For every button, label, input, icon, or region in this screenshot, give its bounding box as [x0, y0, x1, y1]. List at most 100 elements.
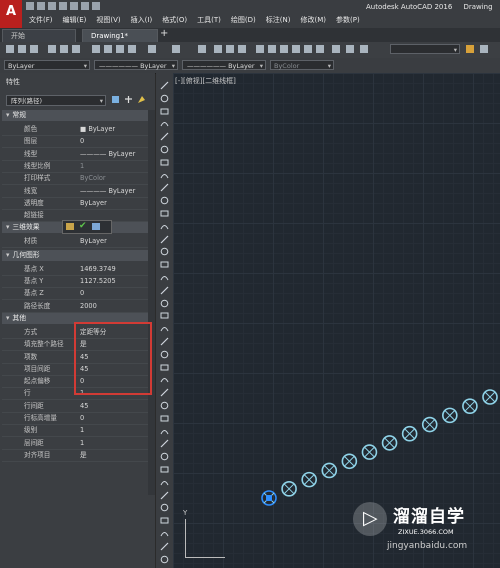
- property-row[interactable]: 线型比例 1: [2, 160, 148, 173]
- dimension-icon[interactable]: [160, 542, 169, 551]
- layer-icon[interactable]: [346, 45, 354, 53]
- multiline-text-icon[interactable]: [160, 311, 169, 320]
- print-icon[interactable]: [48, 45, 56, 53]
- menu-item[interactable]: 插入(I): [126, 15, 158, 25]
- grip-handle[interactable]: [266, 495, 272, 501]
- line-icon[interactable]: [160, 81, 169, 90]
- property-row[interactable]: 对齐项目 是: [2, 449, 148, 462]
- property-row[interactable]: 图层 0: [2, 135, 148, 149]
- property-value[interactable]: 0: [80, 287, 84, 299]
- layer-properties-icon[interactable]: [480, 45, 488, 53]
- layer-select[interactable]: [390, 44, 460, 55]
- table-icon[interactable]: [160, 299, 169, 308]
- menu-item[interactable]: 参数(P): [331, 15, 365, 25]
- copy-icon[interactable]: [160, 350, 169, 359]
- property-row[interactable]: 行标高增量 0: [2, 412, 148, 425]
- quickcalc-icon[interactable]: [316, 45, 324, 53]
- section-geometry[interactable]: ▾ 几何图形: [2, 249, 148, 261]
- drawing-canvas[interactable]: [-][俯视][二维线框] Y 溜溜自学 ZIXUE.3066.COM jing…: [173, 73, 500, 568]
- new-tab-button[interactable]: +: [160, 28, 168, 39]
- save-icon[interactable]: [30, 45, 38, 53]
- menu-item[interactable]: 编辑(E): [58, 15, 92, 25]
- scale-icon[interactable]: [160, 427, 169, 436]
- autocad-logo[interactable]: A: [0, 0, 22, 28]
- rectangle-icon[interactable]: [160, 132, 169, 141]
- array-item[interactable]: [361, 444, 378, 460]
- property-row[interactable]: 颜色 ■ ByLayer: [2, 123, 148, 136]
- paste-icon[interactable]: [116, 45, 124, 53]
- open-file-icon[interactable]: [37, 2, 45, 10]
- property-row[interactable]: 材质 ByLayer: [2, 235, 148, 249]
- tab-start[interactable]: 开始: [2, 29, 76, 42]
- property-value[interactable]: 2000: [80, 300, 97, 312]
- ellipse-arc-icon[interactable]: [160, 209, 169, 218]
- zoom-previous-icon[interactable]: [238, 45, 246, 53]
- toggle-pickadd-icon[interactable]: [111, 95, 120, 104]
- break-icon[interactable]: [160, 478, 169, 487]
- collapse-icon[interactable]: ▾: [2, 251, 12, 259]
- point-icon[interactable]: [160, 247, 169, 256]
- layer-state-icon[interactable]: [360, 45, 368, 53]
- array-item[interactable]: [341, 453, 358, 470]
- redo-icon[interactable]: [172, 45, 180, 53]
- chamfer-icon[interactable]: [160, 503, 169, 512]
- array-item[interactable]: [381, 435, 398, 451]
- fillet-icon[interactable]: [160, 516, 169, 525]
- property-value[interactable]: 0: [80, 135, 84, 147]
- menu-item[interactable]: 标注(N): [261, 15, 296, 25]
- array-item[interactable]: [421, 416, 438, 433]
- spline-icon[interactable]: [160, 183, 169, 192]
- property-row[interactable]: 行间距 45: [2, 400, 148, 413]
- property-value[interactable]: 是: [80, 449, 87, 461]
- property-row[interactable]: 线型 ———— ByLayer: [2, 148, 148, 161]
- property-value[interactable]: 1: [80, 424, 84, 436]
- open-icon[interactable]: [18, 45, 26, 53]
- property-value[interactable]: ———— ByLayer: [80, 148, 135, 160]
- extend-icon[interactable]: [160, 465, 169, 474]
- construction-line-icon[interactable]: [160, 94, 169, 103]
- undo-icon[interactable]: [148, 45, 156, 53]
- array-item[interactable]: [261, 490, 277, 506]
- property-row[interactable]: 基点 Z 0: [2, 287, 148, 301]
- property-row[interactable]: 层间距 1: [2, 437, 148, 450]
- plotstyle-select[interactable]: ByColor: [270, 60, 334, 71]
- camera-icon[interactable]: [66, 223, 74, 230]
- check-icon[interactable]: ✔: [79, 221, 87, 231]
- sheet-set-icon[interactable]: [292, 45, 300, 53]
- save-as-icon[interactable]: [59, 2, 67, 10]
- path-array[interactable]: [173, 73, 500, 568]
- new-icon[interactable]: [6, 45, 14, 53]
- polygon-icon[interactable]: [160, 119, 169, 128]
- menu-item[interactable]: 修改(M): [295, 15, 331, 25]
- menu-item[interactable]: 绘图(D): [226, 15, 261, 25]
- erase-icon[interactable]: [160, 337, 169, 346]
- pan-icon[interactable]: [198, 45, 206, 53]
- explode-icon[interactable]: [160, 529, 169, 538]
- new-file-icon[interactable]: [26, 2, 34, 10]
- mirror-icon[interactable]: [160, 363, 169, 372]
- property-value[interactable]: ■ ByLayer: [80, 123, 115, 135]
- hatch-icon[interactable]: [160, 260, 169, 269]
- polyline-icon[interactable]: [160, 107, 169, 116]
- design-center-icon[interactable]: [268, 45, 276, 53]
- circle-icon[interactable]: [160, 158, 169, 167]
- property-value[interactable]: ByLayer: [80, 197, 107, 209]
- property-row[interactable]: 透明度 ByLayer: [2, 197, 148, 210]
- property-value[interactable]: 45: [80, 400, 88, 412]
- collapse-icon[interactable]: ▾: [2, 223, 12, 231]
- palette-scrollbar[interactable]: [148, 110, 155, 495]
- save-icon[interactable]: [48, 2, 56, 10]
- property-value[interactable]: ByColor: [80, 172, 106, 184]
- offset-icon[interactable]: [160, 375, 169, 384]
- select-objects-icon[interactable]: [124, 95, 133, 104]
- undo-icon[interactable]: [81, 2, 89, 10]
- section-general[interactable]: ▾ 常规: [2, 110, 148, 121]
- make-block-icon[interactable]: [160, 235, 169, 244]
- redo-icon[interactable]: [92, 2, 100, 10]
- property-value[interactable]: 1: [80, 437, 84, 449]
- arc-icon[interactable]: [160, 145, 169, 154]
- menu-item[interactable]: 工具(T): [192, 15, 226, 25]
- property-value[interactable]: 0: [80, 412, 84, 424]
- menu-item[interactable]: 文件(F): [24, 15, 58, 25]
- property-row[interactable]: 打印样式 ByColor: [2, 172, 148, 186]
